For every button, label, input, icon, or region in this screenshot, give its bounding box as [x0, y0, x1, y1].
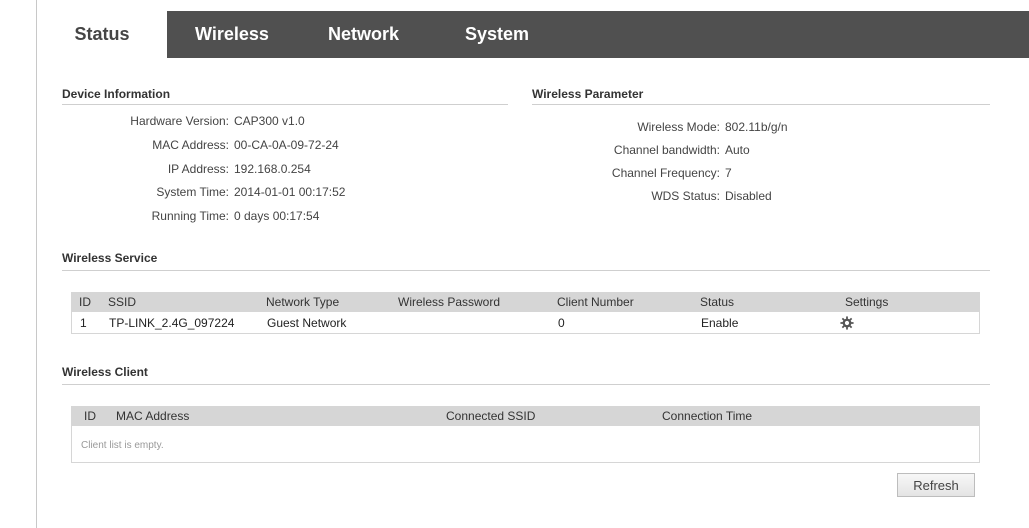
- wireless-service-divider: [62, 270, 990, 271]
- col-wireless-password: Wireless Password: [398, 295, 501, 309]
- wireless-mode-label: Wireless Mode:: [637, 120, 720, 134]
- row-status: Enable: [701, 316, 739, 330]
- channel-bandwidth-value: Auto: [725, 143, 750, 157]
- refresh-button[interactable]: Refresh: [897, 473, 975, 497]
- hardware-version-label: Hardware Version:: [130, 114, 229, 128]
- mac-address-value: 00-CA-0A-09-72-24: [234, 138, 339, 152]
- col-status: Status: [700, 295, 735, 309]
- col-network-type: Network Type: [266, 295, 340, 309]
- wireless-client-table-header: ID MAC Address Connected SSID Connection…: [71, 406, 980, 426]
- row-network-type: Guest Network: [267, 316, 347, 330]
- channel-frequency-label: Channel Frequency:: [611, 166, 720, 180]
- ip-address-label: IP Address:: [167, 162, 229, 176]
- wireless-client-divider: [62, 384, 990, 385]
- tab-system[interactable]: System: [465, 11, 529, 58]
- col-connection-time: Connection Time: [662, 409, 753, 423]
- table-row: 1 TP-LINK_2.4G_097224 Guest Network 0 En…: [71, 312, 980, 334]
- row-client-number: 0: [558, 316, 565, 330]
- col-ssid: SSID: [108, 295, 137, 309]
- wireless-client-title: Wireless Client: [62, 365, 148, 379]
- col-client-mac-address: MAC Address: [116, 409, 190, 423]
- wireless-mode-value: 802.11b/g/n: [725, 120, 788, 134]
- tab-status[interactable]: Status: [37, 11, 167, 58]
- ip-address-value: 192.168.0.254: [234, 162, 311, 176]
- mac-address-label: MAC Address:: [152, 138, 229, 152]
- device-information-title: Device Information: [62, 87, 171, 101]
- wds-status-value: Disabled: [725, 189, 772, 203]
- channel-bandwidth-label: Channel bandwidth:: [613, 143, 720, 157]
- row-id: 1: [80, 316, 87, 330]
- col-client-number: Client Number: [557, 295, 634, 309]
- running-time-value: 0 days 00:17:54: [234, 209, 320, 223]
- channel-frequency-value: 7: [725, 166, 732, 180]
- system-time-value: 2014-01-01 00:17:52: [234, 185, 346, 199]
- wireless-client-table-body: Client list is empty.: [71, 426, 980, 463]
- client-list-empty-message: Client list is empty.: [81, 440, 164, 451]
- hardware-version-value: CAP300 v1.0: [234, 114, 305, 128]
- wds-status-label: WDS Status:: [651, 189, 720, 203]
- tab-wireless[interactable]: Wireless: [195, 11, 269, 58]
- system-time-label: System Time:: [156, 185, 229, 199]
- device-information-divider: [62, 104, 508, 105]
- wireless-service-table-header: ID SSID Network Type Wireless Password C…: [71, 292, 980, 312]
- running-time-label: Running Time:: [151, 209, 229, 223]
- wireless-parameter-divider: [532, 104, 990, 105]
- col-id: ID: [79, 295, 91, 309]
- row-ssid: TP-LINK_2.4G_097224: [109, 316, 235, 330]
- col-client-id: ID: [84, 409, 96, 423]
- top-nav: Status Wireless Network System: [37, 11, 1029, 58]
- tab-network[interactable]: Network: [328, 11, 399, 58]
- gear-icon[interactable]: [840, 316, 854, 330]
- wireless-service-title: Wireless Service: [62, 251, 158, 265]
- wireless-parameter-title: Wireless Parameter: [532, 87, 644, 101]
- col-connected-ssid: Connected SSID: [446, 409, 536, 423]
- left-frame-border: [36, 0, 37, 528]
- col-settings: Settings: [845, 295, 889, 309]
